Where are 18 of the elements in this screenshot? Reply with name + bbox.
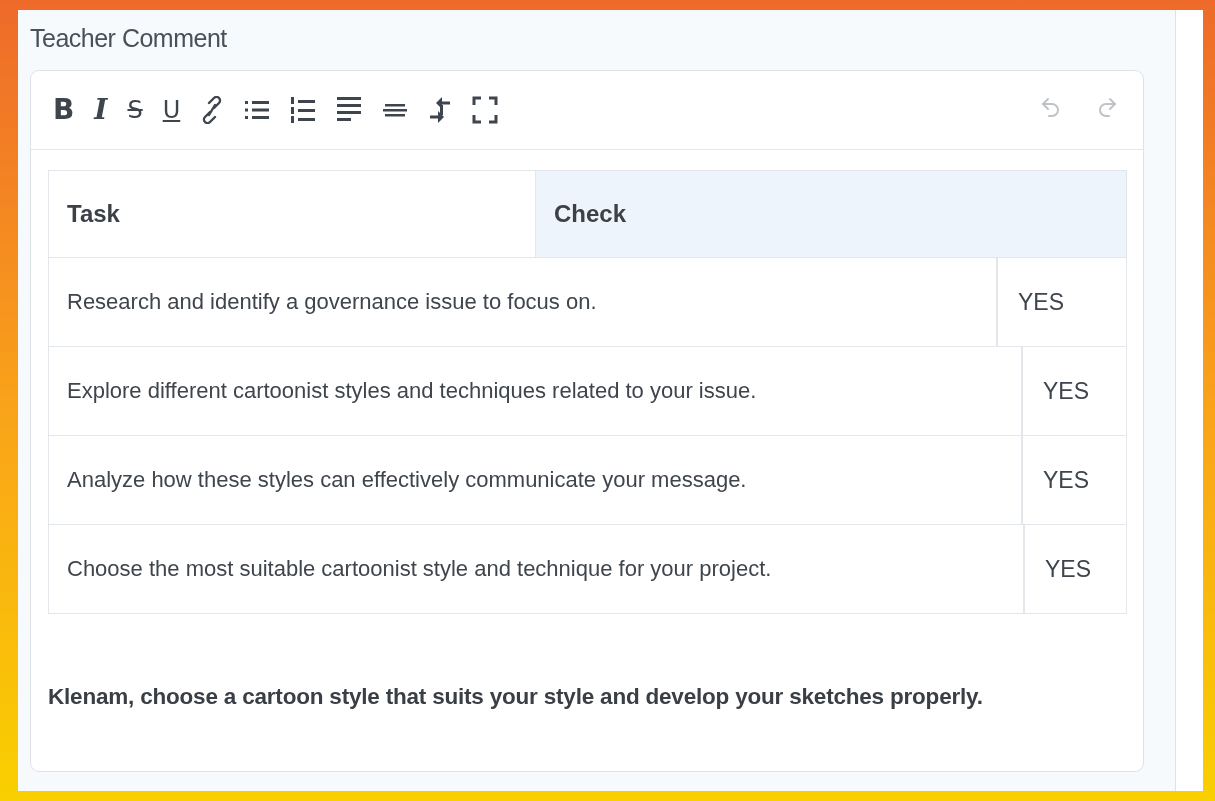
table-cell: YES	[1021, 347, 1126, 435]
table-cell: YES	[996, 258, 1126, 346]
table-cell-text: Research and identify a governance issue to focus on.	[66, 288, 598, 316]
table-cell: YES	[1023, 525, 1126, 613]
column-header: Check	[535, 171, 1126, 257]
column-header: Task	[66, 199, 121, 229]
strike-button[interactable]: S	[125, 98, 145, 122]
field-label: Teacher Comment	[30, 24, 228, 53]
underline-button[interactable]: U	[160, 98, 183, 122]
comment-text: Klenam, choose a cartoon style that suits your style and develop your sketches properly.	[48, 684, 984, 710]
table-cell-text: Explore different cartoonist styles and techniques related to your issue.	[66, 377, 758, 405]
text-editor[interactable]	[30, 70, 1144, 772]
bold-button[interactable]: B	[51, 96, 77, 124]
italic-button[interactable]: I	[92, 96, 110, 124]
table-cell-text: Choose the most suitable cartoonist style and technique for your project.	[66, 555, 773, 583]
fullscreen-icon[interactable]	[470, 96, 501, 124]
table-cell: YES	[1021, 436, 1126, 524]
table-cell-text: Analyze how these styles can effectively communicate your message.	[66, 466, 748, 494]
